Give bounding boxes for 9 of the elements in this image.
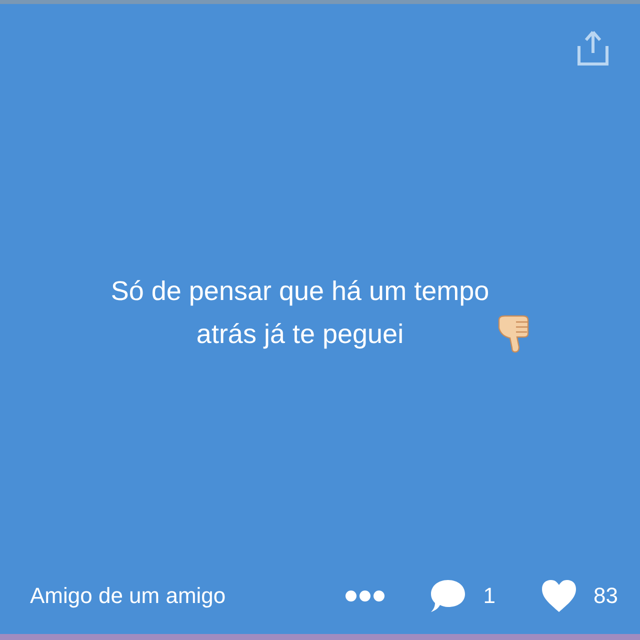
heart-count: 83 — [594, 583, 618, 609]
post-text: Só de pensar que há um tempo atrás já te peguei — [110, 275, 490, 351]
speech-bubble-icon[interactable] — [429, 578, 468, 614]
thumbs-down-icon — [497, 314, 531, 354]
reply-count: 1 — [483, 583, 496, 609]
share-icon[interactable] — [576, 28, 610, 68]
heart-icon[interactable] — [540, 578, 578, 614]
more-icon[interactable] — [345, 590, 386, 602]
relation-label: Amigo de um amigo — [30, 583, 226, 609]
